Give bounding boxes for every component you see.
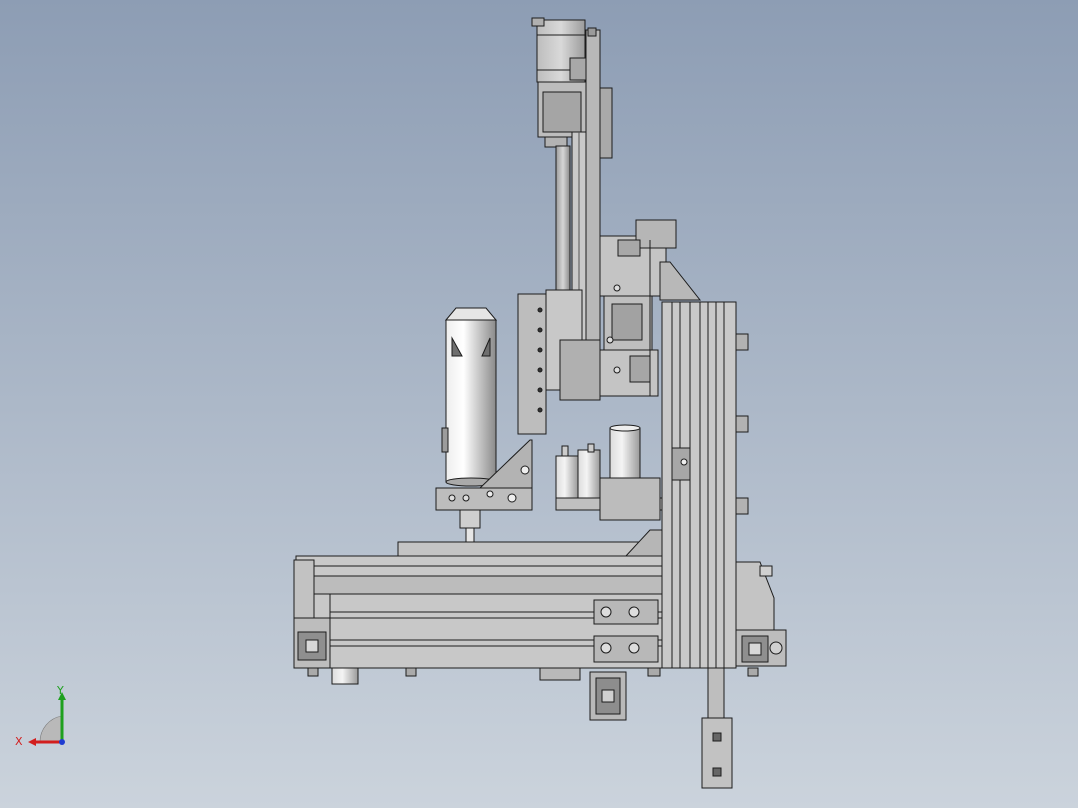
y-axis-label: Y xyxy=(56,684,64,697)
z-axis-stepper-motor xyxy=(531,17,587,83)
x-axis-linear-rail xyxy=(295,555,663,595)
vertical-aluminium-profile xyxy=(661,301,749,669)
triad-shading xyxy=(39,715,63,743)
pneumatic-cylinder-pair xyxy=(555,443,601,501)
right-end-plate xyxy=(735,561,787,667)
y-axis-end-bracket xyxy=(659,261,702,301)
spindle-motor xyxy=(441,307,498,487)
base-feet xyxy=(307,667,759,685)
z-axis-dot xyxy=(59,739,65,745)
coordinate-triad: Y X xyxy=(15,684,66,748)
base-aluminium-profile xyxy=(295,593,663,669)
cylindrical-motor xyxy=(609,424,641,479)
cnc-machine-model-drawing[interactable] xyxy=(0,0,1078,808)
x-axis-label: X xyxy=(15,735,23,748)
hanging-mount-bracket xyxy=(701,667,733,789)
graphics-viewport[interactable]: Y X xyxy=(0,0,1078,808)
profile-cross-section xyxy=(589,671,627,721)
x-axis-arrowhead xyxy=(28,738,36,746)
